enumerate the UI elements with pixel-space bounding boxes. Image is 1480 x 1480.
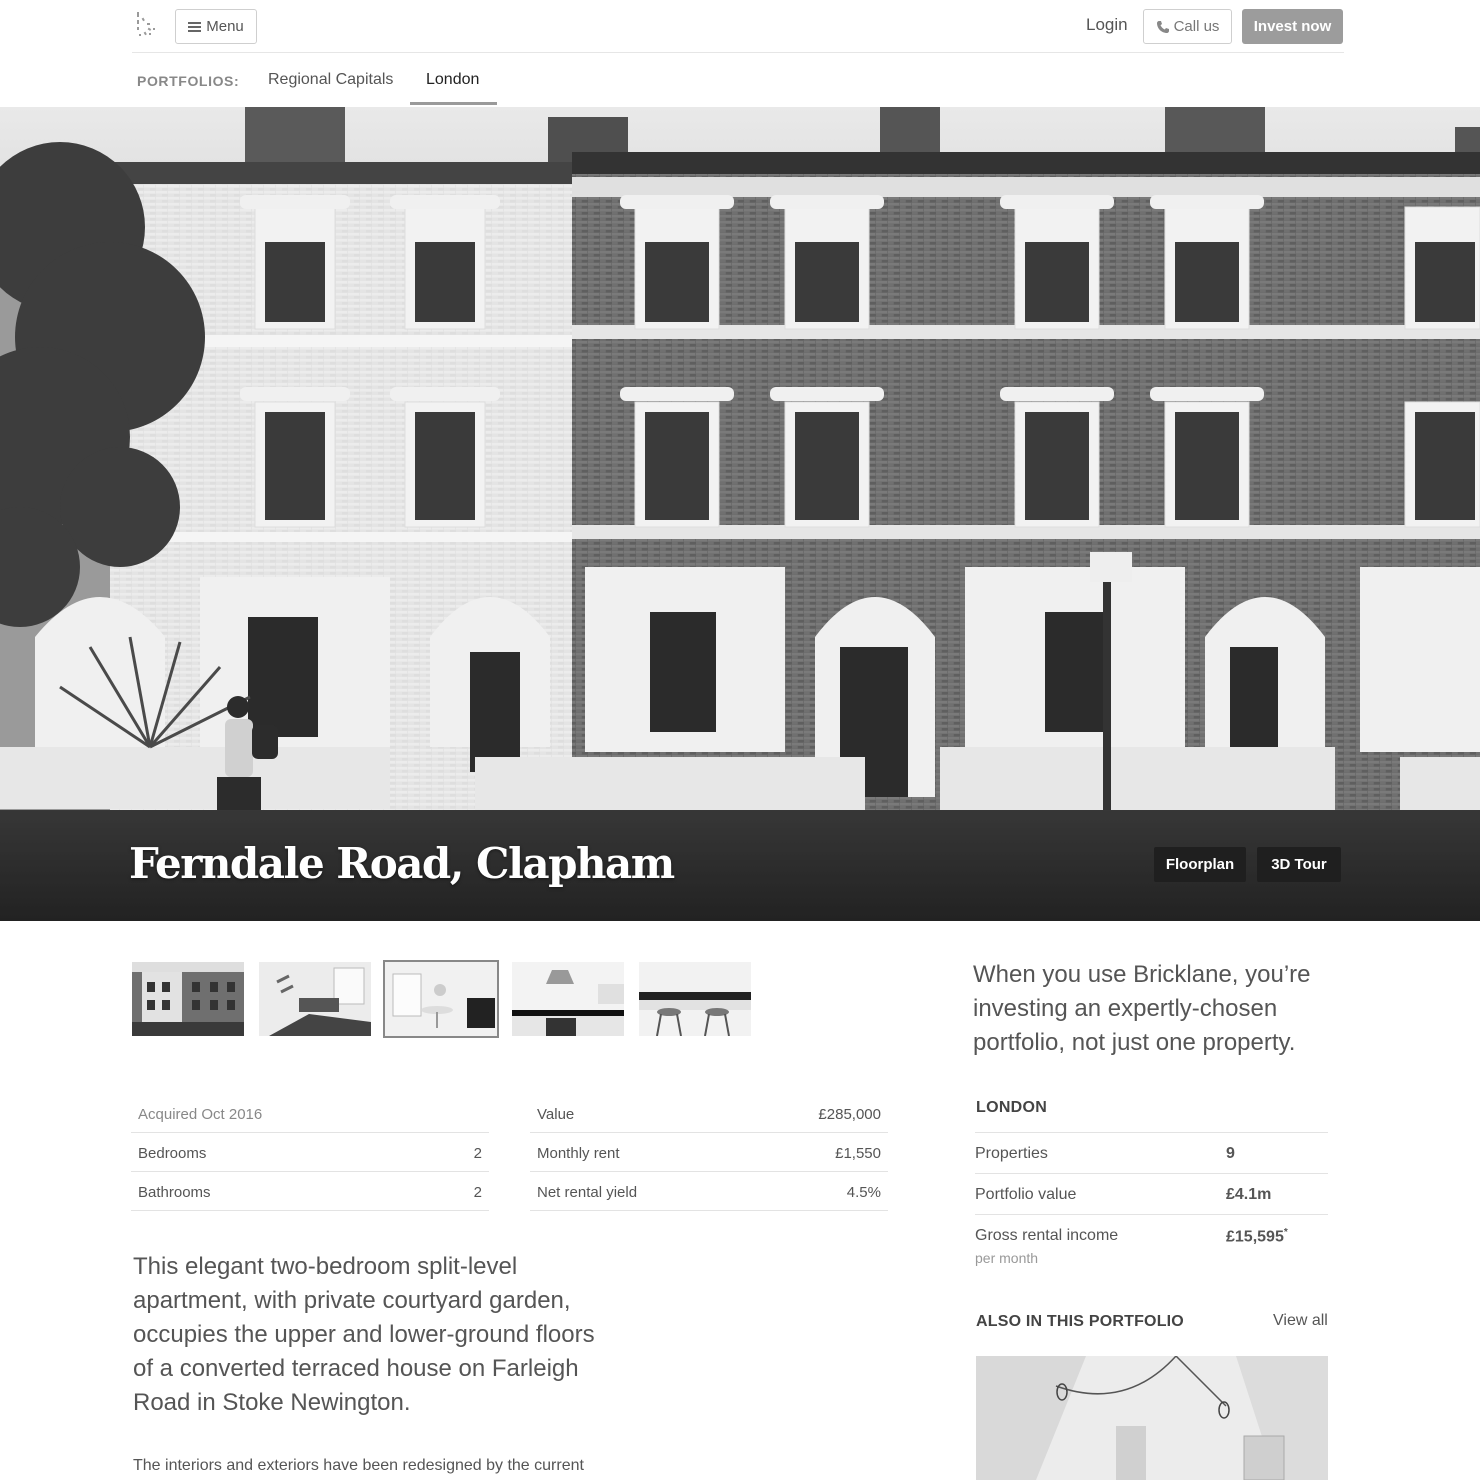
portfolio-stat-row: Properties 9 bbox=[975, 1132, 1328, 1173]
gross-income-period: per month bbox=[975, 1250, 1039, 1266]
bedrooms-label: Bedrooms bbox=[138, 1145, 207, 1162]
portfolio-subnav: PORTFOLIOS: Regional Capitals London bbox=[137, 53, 1337, 107]
hero-banner: Ferndale Road, Clapham Floorplan 3D Tour bbox=[0, 107, 1480, 921]
call-us-button[interactable]: Call us bbox=[1143, 9, 1232, 44]
net-yield-label: Net rental yield bbox=[537, 1184, 638, 1201]
bathrooms-label: Bathrooms bbox=[138, 1184, 211, 1201]
table-row: Bathrooms 2 bbox=[131, 1172, 489, 1211]
tab-regional-capitals[interactable]: Regional Capitals bbox=[268, 71, 393, 89]
bricklane-pitch: When you use Bricklane, you’re investing… bbox=[973, 961, 1311, 1056]
view-all-link[interactable]: View all bbox=[1273, 1312, 1328, 1330]
property-title: Ferndale Road, Clapham bbox=[129, 839, 675, 888]
portfolio-stat-row: Gross rental income £15,595* per month bbox=[975, 1214, 1328, 1276]
net-yield-value: 4.5% bbox=[846, 1184, 881, 1201]
menu-button[interactable]: Menu bbox=[175, 9, 257, 44]
portfolios-label: PORTFOLIOS: bbox=[137, 73, 240, 89]
property-description-body: The interiors and exteriors have been re… bbox=[133, 1457, 584, 1474]
hero-photo bbox=[0, 107, 1480, 921]
related-property-photo bbox=[976, 1356, 1328, 1480]
table-row: Net rental yield 4.5% bbox=[530, 1172, 888, 1211]
phone-icon bbox=[1156, 20, 1169, 33]
tab-london[interactable]: London bbox=[426, 71, 479, 89]
properties-label: Properties bbox=[975, 1145, 1048, 1162]
acquired-date: Acquired Oct 2016 bbox=[138, 1106, 263, 1123]
related-property-card[interactable] bbox=[976, 1356, 1328, 1480]
3d-tour-button[interactable]: 3D Tour bbox=[1257, 847, 1341, 882]
thumbnail-dining[interactable] bbox=[383, 960, 499, 1038]
invest-now-button[interactable]: Invest now bbox=[1242, 9, 1343, 44]
hamburger-icon bbox=[188, 21, 202, 32]
monthly-rent-label: Monthly rent bbox=[537, 1145, 620, 1162]
portfolio-value-amount: £4.1m bbox=[1226, 1186, 1272, 1203]
portfolio-stat-row: Portfolio value £4.1m bbox=[975, 1173, 1328, 1214]
portfolio-name-heading: LONDON bbox=[976, 1099, 1048, 1116]
also-in-portfolio-heading: ALSO IN THIS PORTFOLIO bbox=[976, 1313, 1184, 1330]
thumbnail-exterior[interactable] bbox=[132, 962, 244, 1036]
bathrooms-value: 2 bbox=[473, 1184, 482, 1201]
top-bar: Menu Login Call us Invest now bbox=[132, 0, 1344, 53]
floorplan-button[interactable]: Floorplan bbox=[1154, 847, 1246, 882]
portfolio-value-label: Portfolio value bbox=[975, 1186, 1077, 1203]
properties-value: 9 bbox=[1226, 1145, 1235, 1162]
acquired-row: Acquired Oct 2016 bbox=[131, 1094, 489, 1133]
monthly-rent-amount: £1,550 bbox=[835, 1145, 881, 1162]
value-label: Value bbox=[537, 1106, 575, 1123]
menu-button-label: Menu bbox=[206, 18, 244, 35]
call-us-label: Call us bbox=[1173, 18, 1220, 35]
login-link[interactable]: Login bbox=[1086, 15, 1128, 35]
table-row: Monthly rent £1,550 bbox=[530, 1133, 888, 1172]
footnote-marker: * bbox=[1283, 1227, 1288, 1238]
logo-icon[interactable] bbox=[134, 9, 162, 43]
active-tab-indicator bbox=[410, 102, 497, 105]
thumbnail-kitchen[interactable] bbox=[512, 962, 624, 1036]
value-amount: £285,000 bbox=[818, 1106, 881, 1123]
thumbnail-breakfast-bar[interactable] bbox=[639, 962, 751, 1036]
thumbnail-living-room[interactable] bbox=[259, 962, 371, 1036]
gross-income-label: Gross rental income bbox=[975, 1227, 1119, 1244]
bedrooms-value: 2 bbox=[473, 1145, 482, 1162]
gross-income-value: £15,595* bbox=[1226, 1227, 1288, 1246]
property-description-lead: This elegant two-bedroom split-level apa… bbox=[133, 1253, 595, 1416]
table-row: Value £285,000 bbox=[530, 1094, 888, 1133]
table-row: Bedrooms 2 bbox=[131, 1133, 489, 1172]
